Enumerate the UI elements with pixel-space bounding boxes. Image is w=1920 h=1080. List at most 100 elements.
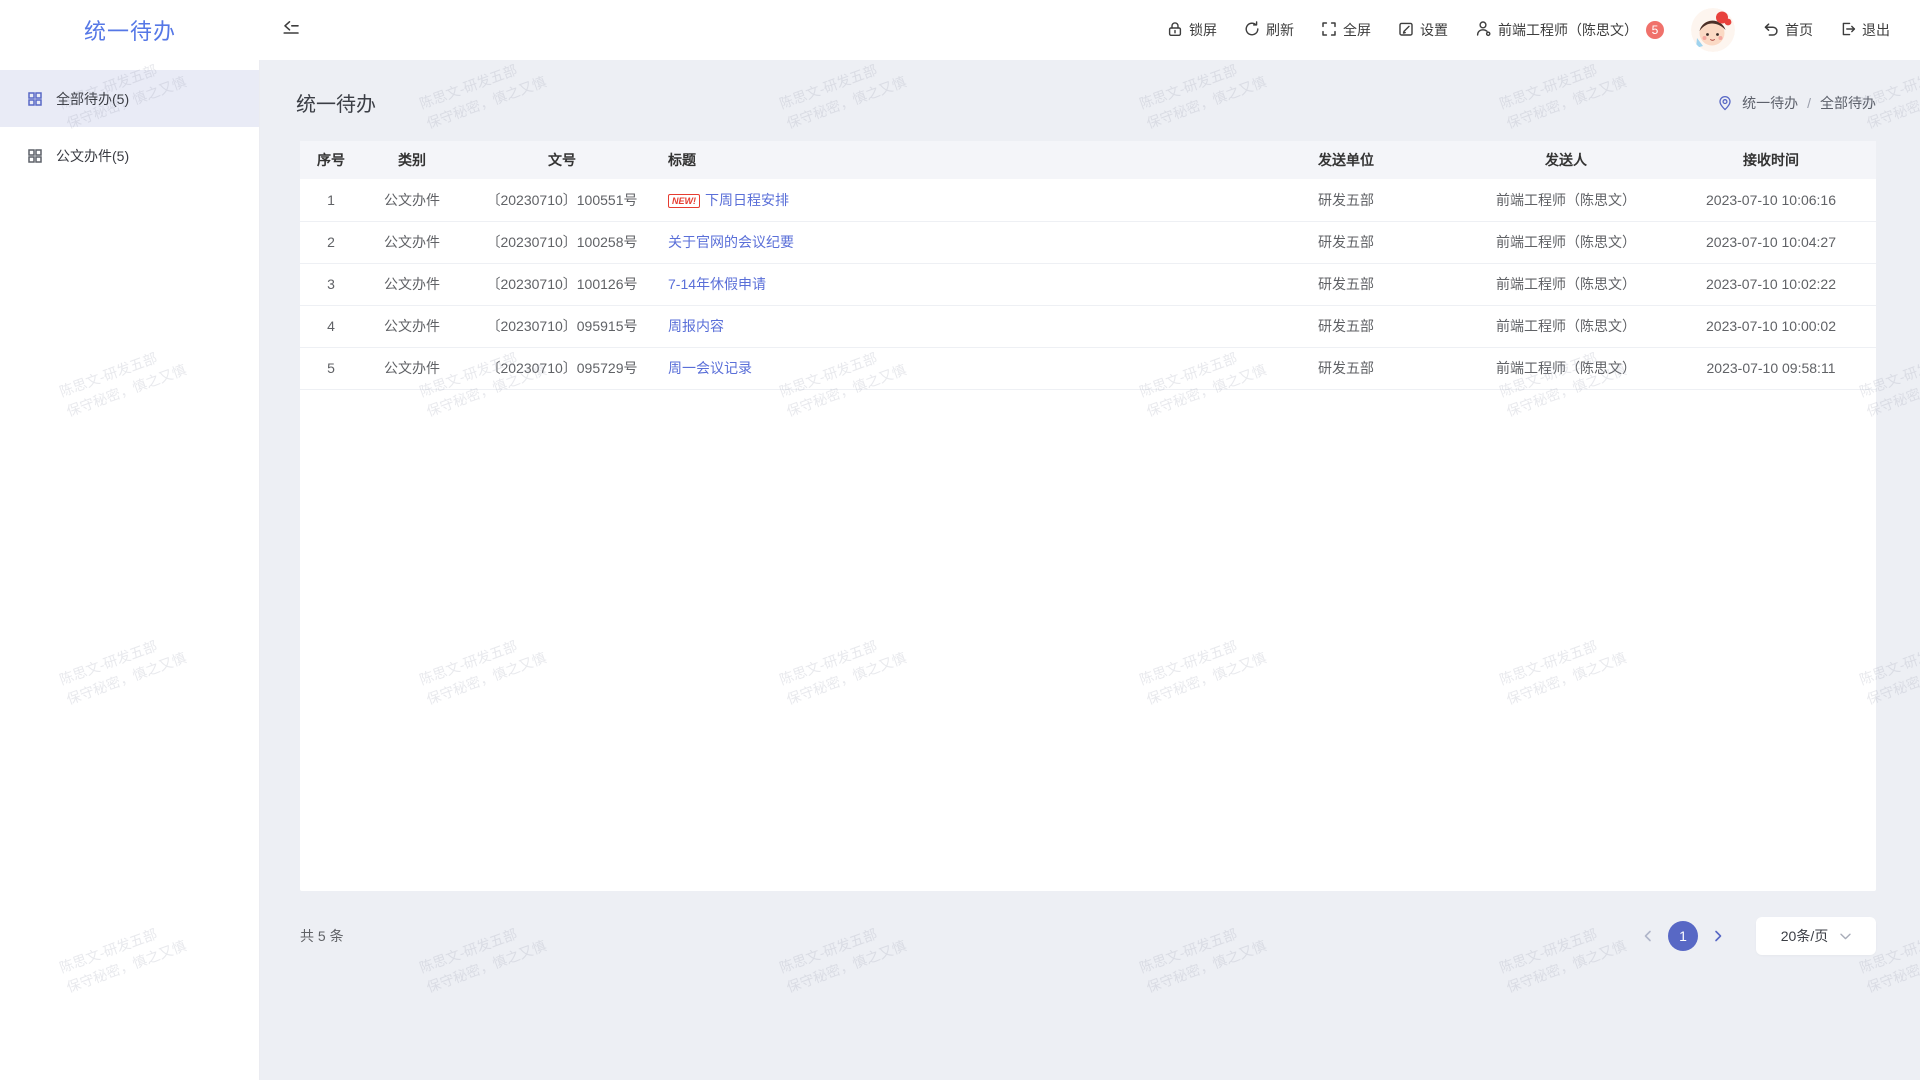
table-row: 1公文办件〔20230710〕100551号NEW!下周日程安排研发五部前端工程… (300, 179, 1876, 221)
table-body: 1公文办件〔20230710〕100551号NEW!下周日程安排研发五部前端工程… (300, 179, 1876, 389)
table-row: 4公文办件〔20230710〕095915号周报内容 研发五部前端工程师（陈思文）… (300, 305, 1876, 347)
row-send-unit: 研发五部 (1226, 221, 1466, 263)
refresh-icon (1244, 21, 1260, 40)
row-doc-no: 〔20230710〕100126号 (462, 263, 662, 305)
chevron-down-icon (1840, 933, 1851, 940)
row-doc-no: 〔20230710〕095729号 (462, 347, 662, 389)
refresh-label: 刷新 (1266, 20, 1294, 40)
page-size-select[interactable]: 20条/页 (1756, 917, 1876, 955)
home-label: 首页 (1785, 20, 1813, 40)
grid-icon (27, 91, 43, 107)
sidebar-item-official-doc[interactable]: 公文办件(5) (0, 127, 259, 184)
document-title-link[interactable]: 关于官网的会议纪要 (668, 234, 794, 250)
total-count: 共 5 条 (300, 926, 344, 946)
location-pin-icon (1717, 95, 1733, 111)
row-doc-no: 〔20230710〕095915号 (462, 305, 662, 347)
breadcrumb: 统一待办 / 全部待办 (1717, 93, 1876, 113)
current-page-button[interactable]: 1 (1668, 921, 1698, 951)
row-index: 4 (300, 305, 362, 347)
row-title: 周一会议记录 (662, 347, 1226, 389)
row-sender: 前端工程师（陈思文） (1466, 179, 1666, 221)
col-header-received-time: 接收时间 (1666, 141, 1876, 179)
row-received-time: 2023-07-10 10:00:02 (1666, 305, 1876, 347)
col-header-doc-no: 文号 (462, 141, 662, 179)
home-button[interactable]: 首页 (1762, 20, 1813, 40)
document-title-link[interactable]: 周报内容 (668, 318, 724, 334)
row-sender: 前端工程师（陈思文） (1466, 347, 1666, 389)
settings-button[interactable]: 设置 (1398, 20, 1448, 40)
table-row: 5公文办件〔20230710〕095729号周一会议记录研发五部前端工程师（陈思… (300, 347, 1876, 389)
breadcrumb-root[interactable]: 统一待办 (1742, 93, 1798, 113)
logout-button[interactable]: 退出 (1840, 20, 1890, 40)
user-menu[interactable]: 前端工程师（陈思文） 5 (1475, 20, 1664, 40)
lock-screen-label: 锁屏 (1189, 20, 1217, 40)
sidebar: 全部待办(5) 公文办件(5) (0, 60, 260, 1080)
row-send-unit: 研发五部 (1226, 179, 1466, 221)
next-page-button[interactable] (1704, 922, 1732, 950)
settings-label: 设置 (1420, 20, 1448, 40)
todo-table: 序号 类别 文号 标题 发送单位 发送人 接收时间 1公文办件〔20230710… (300, 141, 1876, 390)
row-received-time: 2023-07-10 10:06:16 (1666, 179, 1876, 221)
row-title: 7-14年休假申请 (662, 263, 1226, 305)
sidebar-item-all-todo[interactable]: 全部待办(5) (0, 70, 259, 127)
row-received-time: 2023-07-10 09:58:11 (1666, 347, 1876, 389)
back-home-icon (1762, 21, 1779, 40)
row-sender: 前端工程师（陈思文） (1466, 263, 1666, 305)
logout-label: 退出 (1862, 20, 1890, 40)
lock-screen-button[interactable]: 锁屏 (1167, 20, 1217, 40)
pagination: 1 20条/页 (1634, 917, 1876, 955)
top-header: 统一待办 锁屏 (0, 0, 1920, 60)
logout-icon (1840, 21, 1856, 40)
fullscreen-label: 全屏 (1343, 20, 1371, 40)
document-title-link[interactable]: 7-14年休假申请 (668, 276, 766, 292)
row-title: 周报内容 (662, 305, 1226, 347)
new-badge: NEW! (668, 194, 700, 208)
row-title: NEW! 下周日程安排 (662, 179, 1226, 221)
table-header-row: 序号 类别 文号 标题 发送单位 发送人 接收时间 (300, 141, 1876, 179)
col-header-title: 标题 (662, 141, 1226, 179)
app-window: 统一待办 锁屏 (0, 0, 1920, 1080)
todo-count-badge: 5 (1646, 21, 1664, 39)
row-index: 5 (300, 347, 362, 389)
table-row: 2公文办件〔20230710〕100258号关于官网的会议纪要研发五部前端工程师… (300, 221, 1876, 263)
breadcrumb-separator: / (1807, 95, 1811, 111)
row-send-unit: 研发五部 (1226, 347, 1466, 389)
settings-edit-icon (1398, 21, 1414, 40)
row-doc-no: 〔20230710〕100551号 (462, 179, 662, 221)
row-index: 3 (300, 263, 362, 305)
table-row: 3公文办件〔20230710〕100126号7-14年休假申请研发五部前端工程师… (300, 263, 1876, 305)
document-title-link[interactable]: 周一会议记录 (668, 360, 752, 376)
row-category: 公文办件 (362, 305, 462, 347)
row-sender: 前端工程师（陈思文） (1466, 305, 1666, 347)
todo-table-card: 序号 类别 文号 标题 发送单位 发送人 接收时间 1公文办件〔20230710… (300, 141, 1876, 891)
row-category: 公文办件 (362, 263, 462, 305)
document-title-link[interactable]: 下周日程安排 (705, 192, 789, 208)
app-logo: 统一待办 (0, 14, 260, 46)
row-send-unit: 研发五部 (1226, 305, 1466, 347)
prev-page-button[interactable] (1634, 922, 1662, 950)
lock-icon (1167, 21, 1183, 40)
main-content: 统一待办 统一待办 / 全部待办 (260, 60, 1920, 1080)
col-header-sender: 发送人 (1466, 141, 1666, 179)
menu-fold-icon (282, 20, 300, 41)
body-wrap: 全部待办(5) 公文办件(5) 统一待办 (0, 60, 1920, 1080)
breadcrumb-current[interactable]: 全部待办 (1820, 93, 1876, 113)
avatar[interactable] (1691, 8, 1735, 52)
col-header-send-unit: 发送单位 (1226, 141, 1466, 179)
grid-icon (27, 148, 43, 164)
refresh-button[interactable]: 刷新 (1244, 20, 1294, 40)
row-title: 关于官网的会议纪要 (662, 221, 1226, 263)
page-head: 统一待办 统一待办 / 全部待办 (260, 60, 1920, 141)
page-size-value: 20条/页 (1781, 926, 1828, 946)
list-footer: 共 5 条 1 20条/页 (260, 891, 1920, 955)
row-doc-no: 〔20230710〕100258号 (462, 221, 662, 263)
row-received-time: 2023-07-10 10:02:22 (1666, 263, 1876, 305)
sidebar-collapse-button[interactable] (282, 20, 300, 41)
col-header-category: 类别 (362, 141, 462, 179)
header-actions: 锁屏 刷新 全屏 (1167, 8, 1920, 52)
row-category: 公文办件 (362, 179, 462, 221)
row-category: 公文办件 (362, 221, 462, 263)
fullscreen-button[interactable]: 全屏 (1321, 20, 1371, 40)
user-name: 前端工程师（陈思文） (1498, 20, 1638, 40)
row-sender: 前端工程师（陈思文） (1466, 221, 1666, 263)
